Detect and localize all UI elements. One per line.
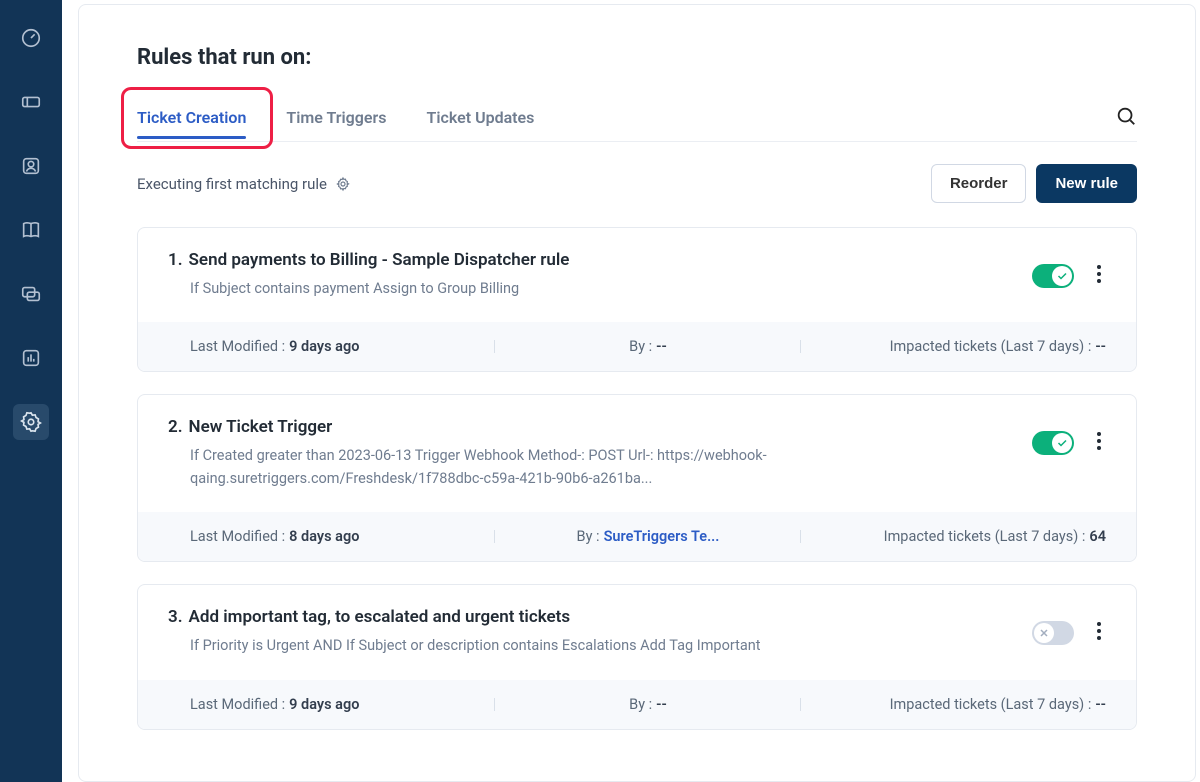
ticket-icon [20,91,42,113]
rule-controls [1032,607,1106,649]
rule-body: 2. New Ticket Trigger If Created greater t… [138,395,1136,512]
rule-card[interactable]: 3. Add important tag, to escalated and ur… [137,584,1137,729]
by-value: -- [656,696,667,713]
tab-ticket-creation[interactable]: Ticket Creation [137,96,246,139]
impacted-value: 64 [1089,528,1106,545]
kebab-icon [1096,264,1102,284]
rule-card[interactable]: 2. New Ticket Trigger If Created greater t… [137,394,1137,562]
kebab-icon [1096,431,1102,451]
settings-small-icon[interactable] [335,176,351,192]
sidebar-item-dashboard[interactable] [13,20,49,56]
chart-icon [20,347,42,369]
main-content: Rules that run on: Ticket Creation Time … [78,4,1196,782]
footer-by: By : -- [495,338,800,355]
rule-title: New Ticket Trigger [189,417,333,437]
rule-toggle[interactable] [1032,264,1074,288]
action-buttons: Reorder New rule [931,164,1137,203]
rule-body: 3. Add important tag, to escalated and ur… [138,585,1136,679]
rules-list: 1. Send payments to Billing - Sample Disp… [137,227,1137,730]
book-icon [20,219,42,241]
sidebar-item-analytics[interactable] [13,340,49,376]
rule-title-row: 2. New Ticket Trigger [168,417,1032,437]
rule-footer: Last Modified : 8 days agoBy : SureTrigg… [138,512,1136,561]
gear-icon [20,411,42,433]
page-title: Rules that run on: [137,45,1137,70]
toggle-knob [1052,433,1072,453]
tab-time-triggers[interactable]: Time Triggers [286,96,386,139]
by-value[interactable]: SureTriggers Te... [604,528,720,545]
chat-icon [20,283,42,305]
sidebar-item-contacts[interactable] [13,148,49,184]
execution-mode-label: Executing first matching rule [137,175,351,193]
rule-description: If Subject contains payment Assign to Gr… [168,278,868,300]
sidebar-item-solutions[interactable] [13,212,49,248]
rule-menu-button[interactable] [1092,617,1106,649]
rule-index: 2. [168,417,183,437]
toggle-knob [1052,266,1072,286]
footer-impacted: Impacted tickets (Last 7 days) : -- [801,338,1106,355]
rule-title: Send payments to Billing - Sample Dispat… [189,250,570,270]
user-icon [20,155,42,177]
rule-index: 3. [168,607,183,627]
sidebar-item-settings[interactable] [13,404,49,440]
search-icon [1115,105,1137,127]
gauge-icon [20,27,42,49]
footer-impacted: Impacted tickets (Last 7 days) : -- [801,696,1106,713]
tabs: Ticket Creation Time Triggers Ticket Upd… [137,96,534,139]
last-modified-value: 8 days ago [289,528,359,545]
kebab-icon [1096,621,1102,641]
tab-ticket-updates[interactable]: Ticket Updates [426,96,534,139]
toggle-knob [1034,623,1054,643]
rule-main: 3. Add important tag, to escalated and ur… [168,607,1032,657]
check-icon [1056,437,1068,449]
reorder-button[interactable]: Reorder [931,164,1027,203]
sidebar-item-tickets[interactable] [13,84,49,120]
app-sidebar [0,0,62,782]
rule-body: 1. Send payments to Billing - Sample Disp… [138,228,1136,322]
rule-menu-button[interactable] [1092,427,1106,459]
rule-footer: Last Modified : 9 days agoBy : --Impacte… [138,680,1136,729]
tabs-row: Ticket Creation Time Triggers Ticket Upd… [137,94,1137,142]
rule-title: Add important tag, to escalated and urge… [189,607,571,627]
x-icon [1038,627,1050,639]
footer-impacted: Impacted tickets (Last 7 days) : 64 [801,528,1106,545]
rule-description: If Created greater than 2023-06-13 Trigg… [168,445,868,490]
rule-title-row: 1. Send payments to Billing - Sample Disp… [168,250,1032,270]
rule-menu-button[interactable] [1092,260,1106,292]
impacted-value: -- [1095,696,1106,713]
rule-description: If Priority is Urgent AND If Subject or … [168,635,868,657]
footer-last-modified: Last Modified : 8 days ago [168,528,495,545]
rule-title-row: 3. Add important tag, to escalated and ur… [168,607,1032,627]
footer-by: By : SureTriggers Te... [495,528,800,545]
new-rule-button[interactable]: New rule [1036,164,1137,203]
footer-last-modified: Last Modified : 9 days ago [168,338,495,355]
last-modified-value: 9 days ago [289,696,359,713]
impacted-value: -- [1095,338,1106,355]
rule-controls [1032,417,1106,459]
by-value: -- [656,338,667,355]
rule-footer: Last Modified : 9 days agoBy : --Impacte… [138,322,1136,371]
execution-mode-text: Executing first matching rule [137,175,327,193]
footer-by: By : -- [495,696,800,713]
execution-row: Executing first matching rule Reorder Ne… [137,164,1137,203]
sidebar-item-forums[interactable] [13,276,49,312]
rule-main: 1. Send payments to Billing - Sample Disp… [168,250,1032,300]
search-button[interactable] [1115,105,1137,131]
last-modified-value: 9 days ago [289,338,359,355]
footer-last-modified: Last Modified : 9 days ago [168,696,495,713]
rule-controls [1032,250,1106,292]
rule-index: 1. [168,250,183,270]
rule-card[interactable]: 1. Send payments to Billing - Sample Disp… [137,227,1137,372]
rule-toggle[interactable] [1032,621,1074,645]
rule-main: 2. New Ticket Trigger If Created greater t… [168,417,1032,490]
check-icon [1056,270,1068,282]
rule-toggle[interactable] [1032,431,1074,455]
